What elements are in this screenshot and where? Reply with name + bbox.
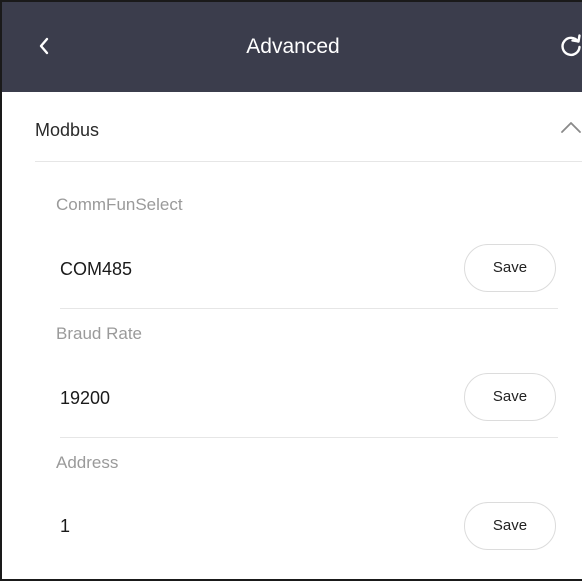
refresh-button[interactable] xyxy=(558,33,582,59)
chevron-up-icon xyxy=(561,122,581,133)
modbus-section-header[interactable]: Modbus xyxy=(2,92,582,162)
page-title: Advanced xyxy=(246,35,340,58)
top-bar: Advanced xyxy=(2,2,582,92)
section-divider xyxy=(35,161,582,162)
comm-fun-select-label: CommFunSelect xyxy=(56,195,183,214)
chevron-left-icon xyxy=(39,37,49,55)
address-value[interactable]: 1 xyxy=(60,516,70,537)
section-title: Modbus xyxy=(35,120,100,140)
address-label: Address xyxy=(56,453,119,472)
save-button-comm-fun-select[interactable]: Save xyxy=(464,244,556,292)
app-frame: Advanced Modbus CommFunSelect COM485 Sav… xyxy=(0,0,582,581)
braud-rate-label: Braud Rate xyxy=(56,324,142,343)
field-divider xyxy=(60,308,558,309)
braud-rate-value[interactable]: 19200 xyxy=(60,388,110,409)
field-divider xyxy=(60,437,558,438)
save-button-address[interactable]: Save xyxy=(464,502,556,550)
refresh-icon xyxy=(561,34,581,57)
save-button-braud-rate[interactable]: Save xyxy=(464,373,556,421)
comm-fun-select-value[interactable]: COM485 xyxy=(60,259,132,280)
back-button[interactable] xyxy=(32,34,56,58)
